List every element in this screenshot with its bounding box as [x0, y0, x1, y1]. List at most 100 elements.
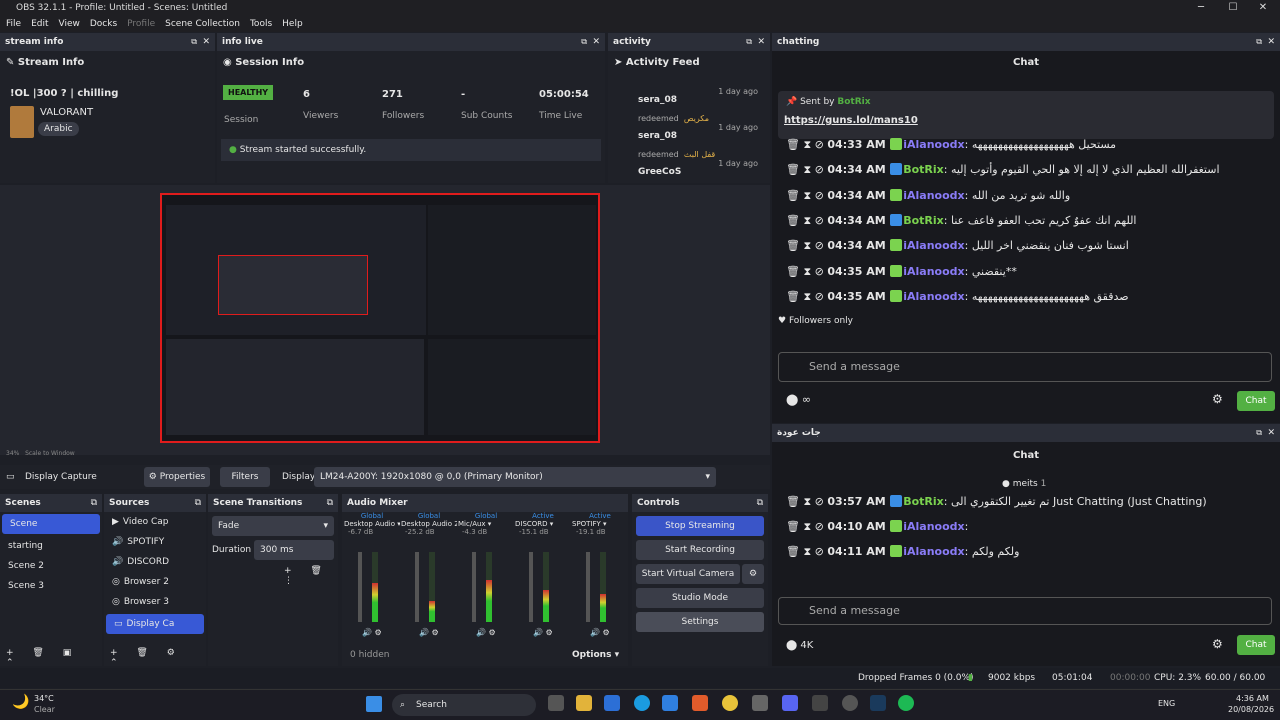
badge-icon — [890, 213, 903, 226]
steam-icon[interactable] — [870, 695, 886, 711]
preview-area[interactable]: 34% Scale to Window — [0, 185, 770, 457]
menu-tools[interactable]: Tools — [250, 19, 272, 29]
float-icon[interactable]: ⧉ — [1256, 33, 1262, 51]
scene-item[interactable]: starting — [0, 536, 102, 556]
app-icon[interactable] — [752, 695, 768, 711]
speaker-icon[interactable]: 🔊 ⚙ — [476, 628, 496, 637]
options-button[interactable]: Options ▾ — [572, 650, 619, 660]
display-capture-preview[interactable] — [160, 193, 600, 443]
stop-streaming-button[interactable]: Stop Streaming — [636, 516, 764, 536]
badge-icon — [890, 239, 903, 252]
transition-select[interactable]: Fade ▾ — [212, 516, 334, 536]
clock-date[interactable]: 20/08/2026 — [1228, 705, 1274, 714]
source-item[interactable]: ◎ Browser 2 — [104, 572, 206, 592]
float-icon[interactable]: ⧉ — [746, 33, 752, 51]
app-icon[interactable] — [842, 695, 858, 711]
speaker-icon[interactable]: 🔊 ⚙ — [533, 628, 553, 637]
menu-view[interactable]: View — [59, 19, 80, 29]
close-window-button[interactable]: ✕ — [1246, 0, 1280, 16]
float-icon[interactable]: ⧉ — [757, 494, 763, 512]
close-icon[interactable]: ✕ — [202, 33, 210, 51]
app-icon[interactable] — [662, 695, 678, 711]
menu-help[interactable]: Help — [282, 19, 303, 29]
close-icon[interactable]: ✕ — [1267, 33, 1275, 51]
transition-toolbar[interactable]: + 🗑 ⋮ — [284, 566, 338, 586]
store-icon[interactable] — [604, 695, 620, 711]
scene-item[interactable]: Scene — [2, 514, 100, 534]
close-icon[interactable]: ✕ — [757, 33, 765, 51]
chat-text: استغفرالله العظيم الذي لا إله إلا هو الح… — [950, 163, 1220, 177]
source-item[interactable]: 🔊 DISCORD — [104, 552, 206, 572]
source-item[interactable]: ▭ Display Ca — [106, 614, 204, 634]
zoom-indicator: 34% Scale to Window — [6, 450, 75, 457]
float-icon[interactable]: ⧉ — [1256, 424, 1262, 442]
minimize-button[interactable]: ─ — [1184, 0, 1218, 16]
menu-bar: File Edit View Docks Profile Scene Collection… — [0, 16, 1280, 32]
task-view-icon[interactable] — [548, 695, 564, 711]
display-select[interactable]: LM24-A200Y: 1920x1080 @ 0,0 (Primary Mon… — [314, 467, 716, 487]
menu-profile[interactable]: Profile — [127, 19, 155, 29]
menu-scene-collection[interactable]: Scene Collection — [165, 19, 240, 29]
gear-icon[interactable]: ⚙ — [742, 564, 764, 584]
menu-file[interactable]: File — [6, 19, 21, 29]
scene-item[interactable]: Scene 3 — [0, 576, 102, 596]
menu-edit[interactable]: Edit — [31, 19, 48, 29]
menu-docks[interactable]: Docks — [90, 19, 117, 29]
speaker-icon[interactable]: 🔊 ⚙ — [419, 628, 439, 637]
language-indicator[interactable]: ENG — [1158, 699, 1175, 708]
start-recording-button[interactable]: Start Recording — [636, 540, 764, 560]
volume-slider[interactable] — [472, 552, 476, 622]
gear-icon[interactable]: ⚙ — [1212, 637, 1223, 651]
duration-input[interactable]: 300 ms — [254, 540, 334, 560]
scene-toolbar[interactable]: + 🗑 ▣ ⌃ — [6, 648, 102, 668]
studio-mode-button[interactable]: Studio Mode — [636, 588, 764, 608]
close-icon[interactable]: ✕ — [592, 33, 600, 51]
source-toolbar[interactable]: + 🗑 ⚙ ⌃ — [110, 648, 206, 668]
chat-input[interactable]: Send a message — [778, 597, 1272, 625]
file-explorer-icon[interactable] — [576, 695, 592, 711]
float-icon[interactable]: ⧉ — [581, 33, 587, 51]
virtual-camera-button[interactable]: Start Virtual Camera — [636, 564, 740, 584]
source-item[interactable]: 🔊 SPOTIFY — [104, 532, 206, 552]
settings-button[interactable]: Settings — [636, 612, 764, 632]
chat-message: 🗑 ⧗ ⊘ 04:34 AM iAlanoodx: انستا شوب فنان… — [786, 239, 1129, 253]
volume-slider[interactable] — [358, 552, 362, 622]
clock-time[interactable]: 4:36 AM — [1236, 694, 1269, 703]
speaker-icon[interactable]: 🔊 ⚙ — [362, 628, 382, 637]
chat-send-button[interactable]: Chat — [1237, 635, 1275, 655]
maximize-button[interactable]: ☐ — [1216, 0, 1250, 16]
taskbar-search[interactable]: ⌕ Search — [392, 694, 536, 716]
spotify-icon[interactable] — [898, 695, 914, 711]
obs-icon[interactable] — [812, 695, 828, 711]
close-icon[interactable]: ✕ — [1267, 424, 1275, 442]
chat-input[interactable]: Send a message — [778, 352, 1272, 382]
cpu-usage: CPU: 2.3% — [1154, 673, 1202, 683]
float-icon[interactable]: ⧉ — [195, 494, 201, 512]
volume-slider[interactable] — [586, 552, 590, 622]
dropped-frames: Dropped Frames 0 (0.0%) — [858, 673, 974, 683]
chat-user: BotRix — [903, 213, 944, 227]
scene-item[interactable]: Scene 2 — [0, 556, 102, 576]
discord-icon[interactable] — [782, 695, 798, 711]
chat-send-button[interactable]: Chat — [1237, 391, 1275, 411]
volume-slider[interactable] — [529, 552, 533, 622]
float-icon[interactable]: ⧉ — [191, 33, 197, 51]
windows-start-icon[interactable] — [366, 696, 382, 712]
pinned-link[interactable]: https://guns.lol/mans10 — [784, 115, 918, 126]
speaker-icon[interactable]: 🔊 ⚙ — [590, 628, 610, 637]
chat-message: 🗑 ⧗ ⊘ 04:34 AM BotRix: استغفرالله العظيم… — [786, 163, 1220, 177]
source-item[interactable]: ◎ Browser 3 — [104, 592, 206, 612]
properties-button[interactable]: ⚙ Properties — [144, 467, 210, 487]
float-icon[interactable]: ⧉ — [91, 494, 97, 512]
gear-icon[interactable]: ⚙ — [1212, 392, 1223, 406]
float-icon[interactable]: ⧉ — [327, 494, 333, 512]
source-item[interactable]: ▶ Video Cap — [104, 512, 206, 532]
filters-button[interactable]: Filters — [220, 467, 270, 487]
volume-slider[interactable] — [415, 552, 419, 622]
brave-icon[interactable] — [692, 695, 708, 711]
chrome-icon[interactable] — [722, 695, 738, 711]
language-tag: Arabic — [38, 122, 79, 136]
title-bar: OBS 32.1.1 - Profile: Untitled - Scenes:… — [0, 0, 1280, 16]
level-fill — [543, 590, 549, 622]
edge-icon[interactable] — [634, 695, 650, 711]
